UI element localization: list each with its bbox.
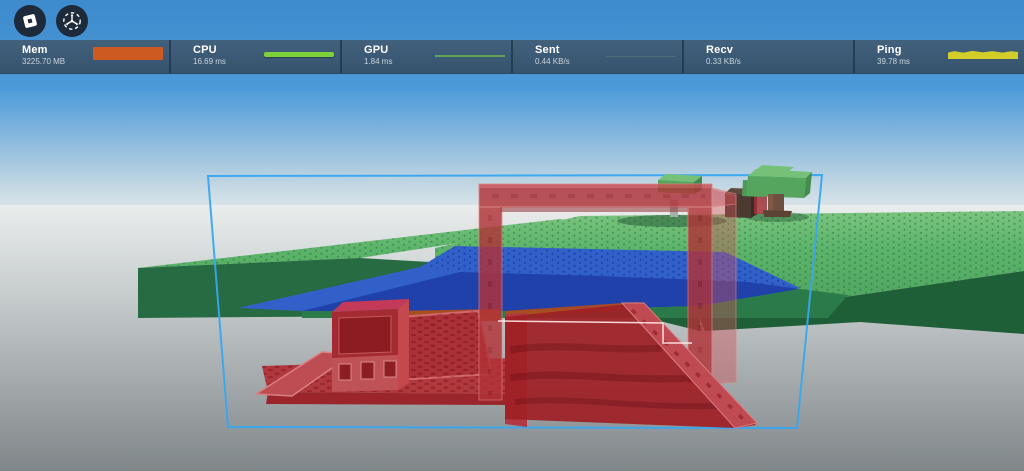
stat-cell-sent[interactable]: Sent 0.44 KB/s bbox=[511, 40, 682, 73]
stat-value: 1.84 ms bbox=[364, 57, 393, 66]
ramp-streak bbox=[509, 343, 663, 354]
arch-under-lip bbox=[500, 207, 688, 212]
stat-value: 0.33 KB/s bbox=[706, 57, 741, 66]
ramp-streak bbox=[509, 371, 696, 383]
stat-cell-mem[interactable]: Mem 3225.70 MB bbox=[0, 40, 169, 73]
stat-cell-cpu[interactable]: CPU 16.69 ms bbox=[169, 40, 340, 73]
gpu-graph bbox=[435, 55, 505, 57]
mem-graph bbox=[93, 47, 163, 60]
red-box-side-face bbox=[398, 299, 409, 390]
red-box-button bbox=[338, 363, 352, 381]
arch-right-post-side bbox=[711, 189, 737, 385]
performance-stats-bar: Mem 3225.70 MB CPU 16.69 ms GPU 1.84 ms … bbox=[0, 40, 1024, 74]
red-floor-front bbox=[266, 392, 512, 405]
stat-value: 0.44 KB/s bbox=[535, 57, 570, 66]
orbit-arrows-icon bbox=[63, 12, 81, 30]
stat-cell-gpu[interactable]: GPU 1.84 ms bbox=[340, 40, 511, 73]
roblox-game-window: Mem 3225.70 MB CPU 16.69 ms GPU 1.84 ms … bbox=[0, 0, 1024, 471]
red-box-panel bbox=[338, 315, 392, 355]
red-box-button bbox=[360, 361, 375, 380]
roblox-menu-button[interactable] bbox=[14, 5, 46, 37]
cpu-graph bbox=[264, 52, 334, 57]
red-box-button bbox=[383, 360, 397, 378]
stat-label: Sent bbox=[535, 44, 560, 56]
view-selector-button[interactable] bbox=[56, 5, 88, 37]
stat-cell-recv[interactable]: Recv 0.33 KB/s bbox=[682, 40, 853, 73]
roblox-logo-icon bbox=[23, 14, 37, 28]
arch-top-lip bbox=[479, 184, 712, 188]
stat-cell-ping[interactable]: Ping 39.78 ms bbox=[853, 40, 1024, 73]
stat-value: 16.69 ms bbox=[193, 57, 226, 66]
tree2-trunk-base bbox=[763, 210, 792, 217]
stat-label: Recv bbox=[706, 44, 734, 56]
sent-graph bbox=[606, 56, 676, 57]
